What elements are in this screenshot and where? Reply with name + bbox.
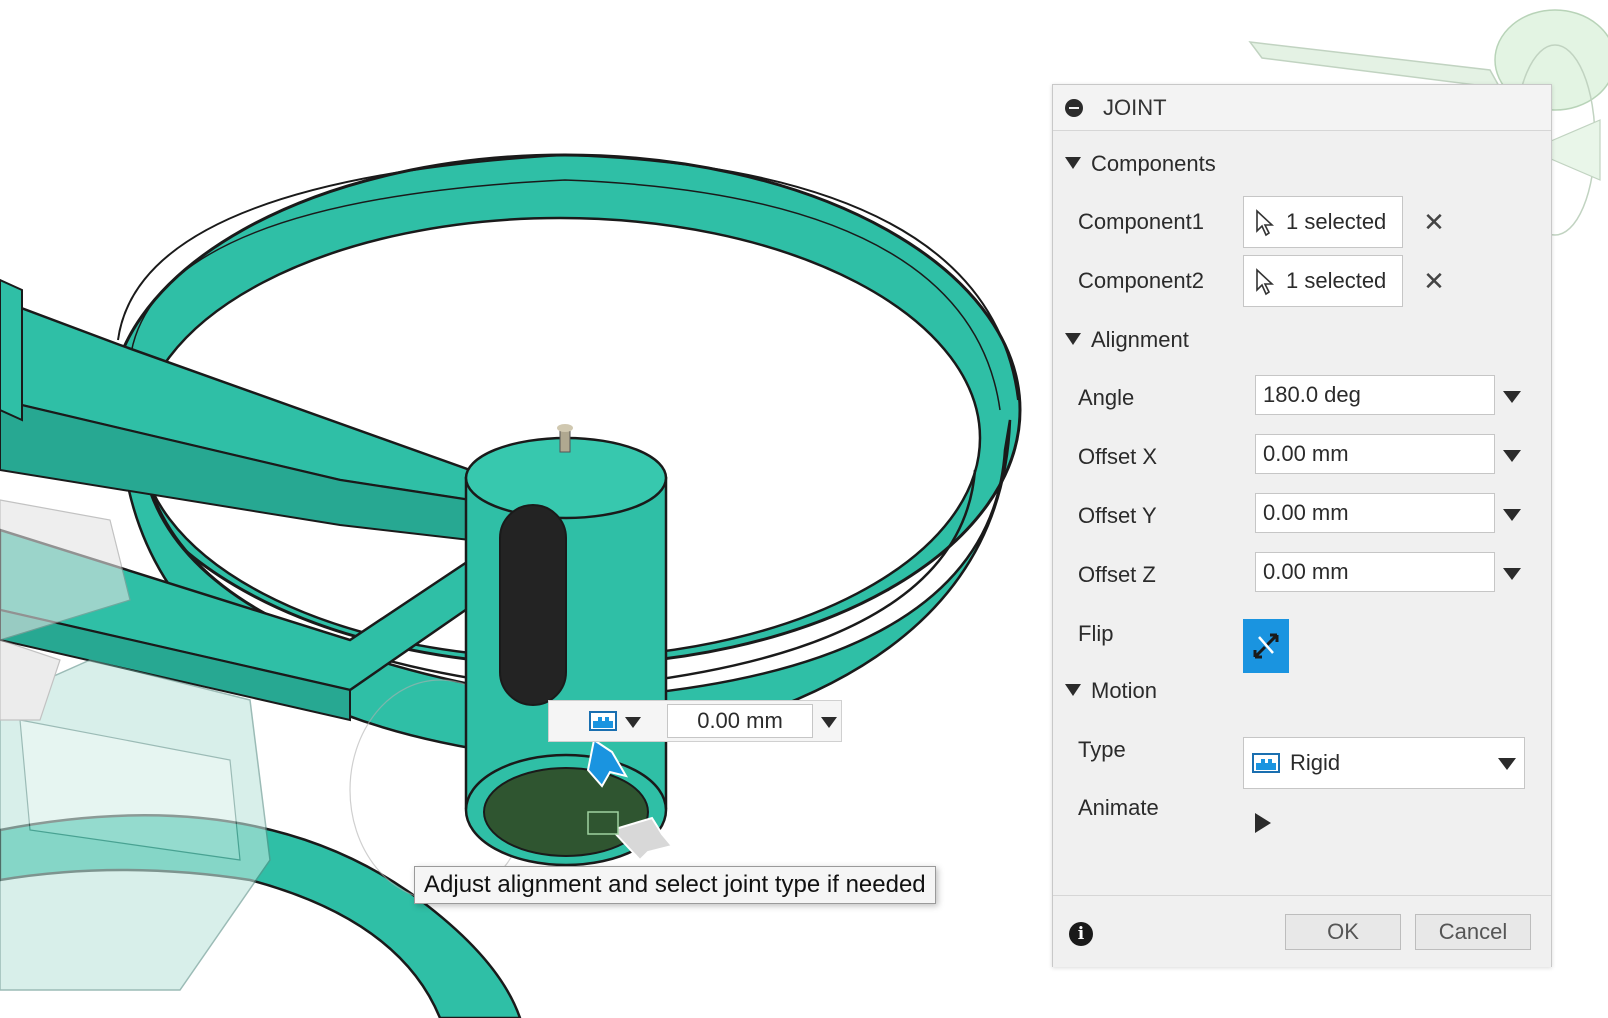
dialog-footer: i OK Cancel [1053, 895, 1551, 967]
joint-type-select[interactable]: Rigid [1243, 737, 1525, 789]
close-icon[interactable]: ✕ [1423, 268, 1445, 294]
flip-label: Flip [1078, 621, 1114, 646]
angle-input[interactable] [1255, 375, 1495, 415]
animate-label: Animate [1078, 795, 1159, 820]
ok-button[interactable]: OK [1285, 914, 1401, 950]
dialog-header: JOINT [1053, 85, 1551, 131]
cancel-button[interactable]: Cancel [1415, 914, 1531, 950]
offset-z-input[interactable] [1255, 552, 1495, 592]
instruction-tooltip: Adjust alignment and select joint type i… [414, 866, 936, 904]
angle-label: Angle [1078, 385, 1135, 410]
component2-selection[interactable]: 1 selected [1243, 255, 1403, 307]
triangle-down-icon [1065, 333, 1081, 345]
offset-manipulator[interactable] [548, 700, 842, 742]
cursor-arrow-icon [1256, 268, 1275, 296]
chevron-down-icon [1498, 758, 1516, 770]
offset-z-label: Offset Z [1078, 562, 1156, 587]
section-motion[interactable]: Motion [1065, 678, 1157, 704]
manipulator-dropdown-arrow[interactable] [821, 717, 837, 728]
flip-button[interactable] [1243, 619, 1289, 673]
offset-z-dropdown-arrow[interactable] [1503, 568, 1521, 580]
rigid-joint-icon [1252, 753, 1280, 773]
joint-type-value: Rigid [1290, 750, 1341, 775]
offset-x-input[interactable] [1255, 434, 1495, 474]
flip-arrows-icon [1253, 633, 1279, 659]
manipulator-value-input[interactable] [667, 704, 813, 738]
angle-dropdown-arrow[interactable] [1503, 391, 1521, 403]
info-icon[interactable]: i [1069, 922, 1093, 946]
joint-dialog: JOINT Components Component1 1 selected ✕… [1052, 84, 1552, 967]
offset-x-label: Offset X [1078, 444, 1158, 469]
rigid-joint-icon[interactable] [589, 711, 617, 731]
offset-y-label: Offset Y [1078, 503, 1157, 528]
component1-label: Component1 [1078, 209, 1204, 234]
triangle-down-icon [1065, 684, 1081, 696]
offset-y-dropdown-arrow[interactable] [1503, 509, 1521, 521]
joint-type-dropdown-arrow[interactable] [625, 717, 641, 728]
dialog-title: JOINT [1103, 95, 1167, 120]
hub-cylinder [464, 424, 668, 867]
close-icon[interactable]: ✕ [1423, 209, 1445, 235]
play-icon[interactable] [1255, 813, 1271, 833]
offset-x-dropdown-arrow[interactable] [1503, 450, 1521, 462]
cursor-arrow-icon [1256, 209, 1275, 237]
section-components[interactable]: Components [1065, 151, 1216, 177]
offset-y-input[interactable] [1255, 493, 1495, 533]
type-label: Type [1078, 737, 1126, 762]
component2-value: 1 selected [1286, 268, 1387, 293]
minus-circle-icon[interactable] [1065, 99, 1083, 117]
component2-label: Component2 [1078, 268, 1204, 293]
section-alignment[interactable]: Alignment [1065, 327, 1189, 353]
component1-value: 1 selected [1286, 209, 1387, 234]
triangle-down-icon [1065, 157, 1081, 169]
component1-selection[interactable]: 1 selected [1243, 196, 1403, 248]
